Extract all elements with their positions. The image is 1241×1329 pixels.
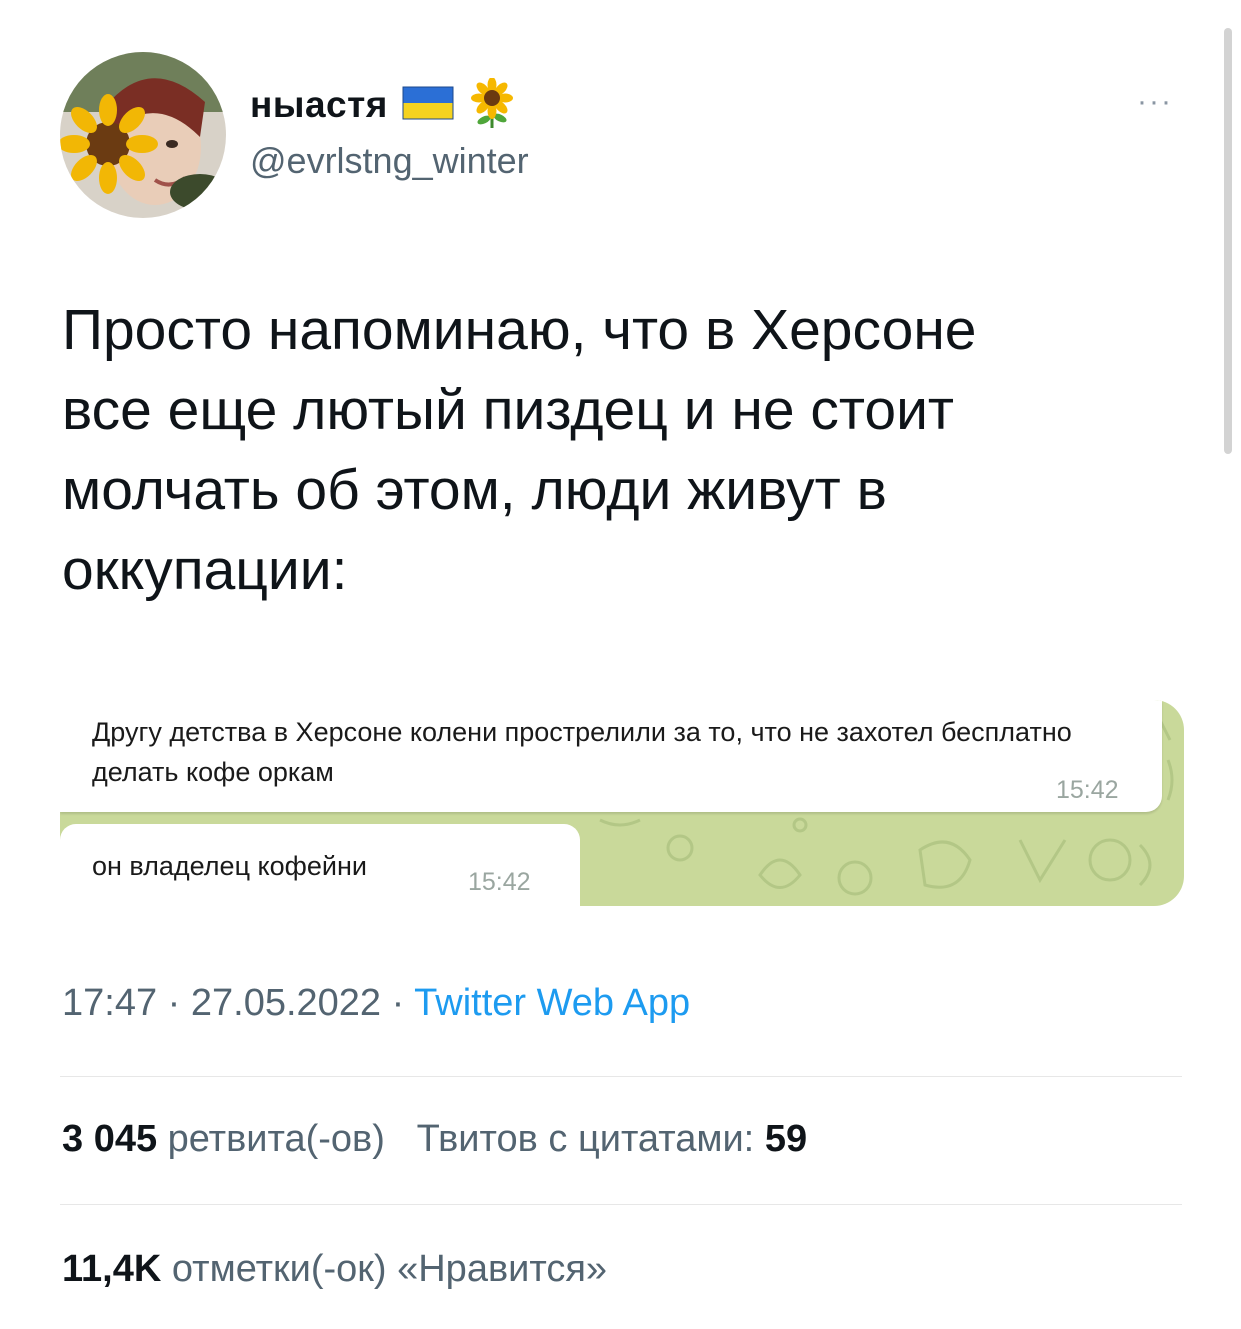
chat-message: он владелец кофейни 15:42 bbox=[60, 824, 580, 906]
tweet-time[interactable]: 17:47 bbox=[62, 982, 157, 1024]
chat-message-time: 15:42 bbox=[1056, 776, 1119, 804]
divider bbox=[60, 1204, 1182, 1205]
quote-tweets-count: 59 bbox=[764, 1118, 808, 1160]
scrollbar[interactable] bbox=[1224, 28, 1232, 454]
separator: · bbox=[157, 982, 191, 1024]
likes-stats-row[interactable]: 11,4K отметки(-ок) «Нравится» bbox=[62, 1248, 607, 1291]
likes-label: отметки(-ок) «Нравится» bbox=[171, 1248, 608, 1290]
tweet-media-image[interactable]: Другу детства в Херсоне колени прострели… bbox=[60, 700, 1184, 906]
quote-tweets-link[interactable]: Твитов с цитатами: 59 bbox=[417, 1118, 808, 1160]
separator: · bbox=[381, 982, 415, 1024]
divider bbox=[60, 1076, 1182, 1077]
chat-message: Другу детства в Херсоне колени прострели… bbox=[60, 700, 1162, 812]
retweet-stats-row: 3 045 ретвита(-ов) Твитов с цитатами: 59 bbox=[62, 1118, 807, 1161]
more-options-button[interactable]: ··· bbox=[1125, 84, 1185, 120]
tweet-date[interactable]: 27.05.2022 bbox=[191, 982, 381, 1024]
retweets-count: 3 045 bbox=[62, 1118, 158, 1160]
quote-tweets-label: Твитов с цитатами: bbox=[416, 1118, 755, 1160]
tweet-line: молчать об этом, люди живут в bbox=[62, 458, 887, 522]
tweet-source-link[interactable]: Twitter Web App bbox=[414, 982, 690, 1024]
tweet-line: оккупации: bbox=[62, 538, 348, 602]
author-name-row[interactable]: ныастя bbox=[250, 76, 516, 133]
tweet-metadata: 17:47 · 27.05.2022 · Twitter Web App bbox=[62, 982, 690, 1025]
chat-message-text: он владелец кофейни bbox=[92, 851, 367, 881]
tweet-line: все еще лютый пиздец и не стоит bbox=[62, 378, 955, 442]
author-display-name[interactable]: ныастя bbox=[250, 84, 388, 126]
author-handle[interactable]: @evrlstng_winter bbox=[250, 140, 529, 182]
retweets-label: ретвита(-ов) bbox=[167, 1118, 385, 1160]
avatar[interactable] bbox=[60, 52, 226, 218]
likes-count: 11,4K bbox=[62, 1248, 162, 1290]
chat-message-text: Другу детства в Херсоне колени прострели… bbox=[92, 717, 1072, 787]
chat-message-time: 15:42 bbox=[468, 868, 531, 896]
ukraine-flag-icon bbox=[402, 86, 454, 125]
tweet-line: Просто напоминаю, что в Херсоне bbox=[62, 298, 977, 362]
sunflower-icon bbox=[468, 76, 516, 133]
tweet-text: Просто напоминаю, что в Херсоне все еще … bbox=[62, 290, 1192, 610]
retweets-link[interactable]: 3 045 ретвита(-ов) bbox=[62, 1118, 385, 1160]
